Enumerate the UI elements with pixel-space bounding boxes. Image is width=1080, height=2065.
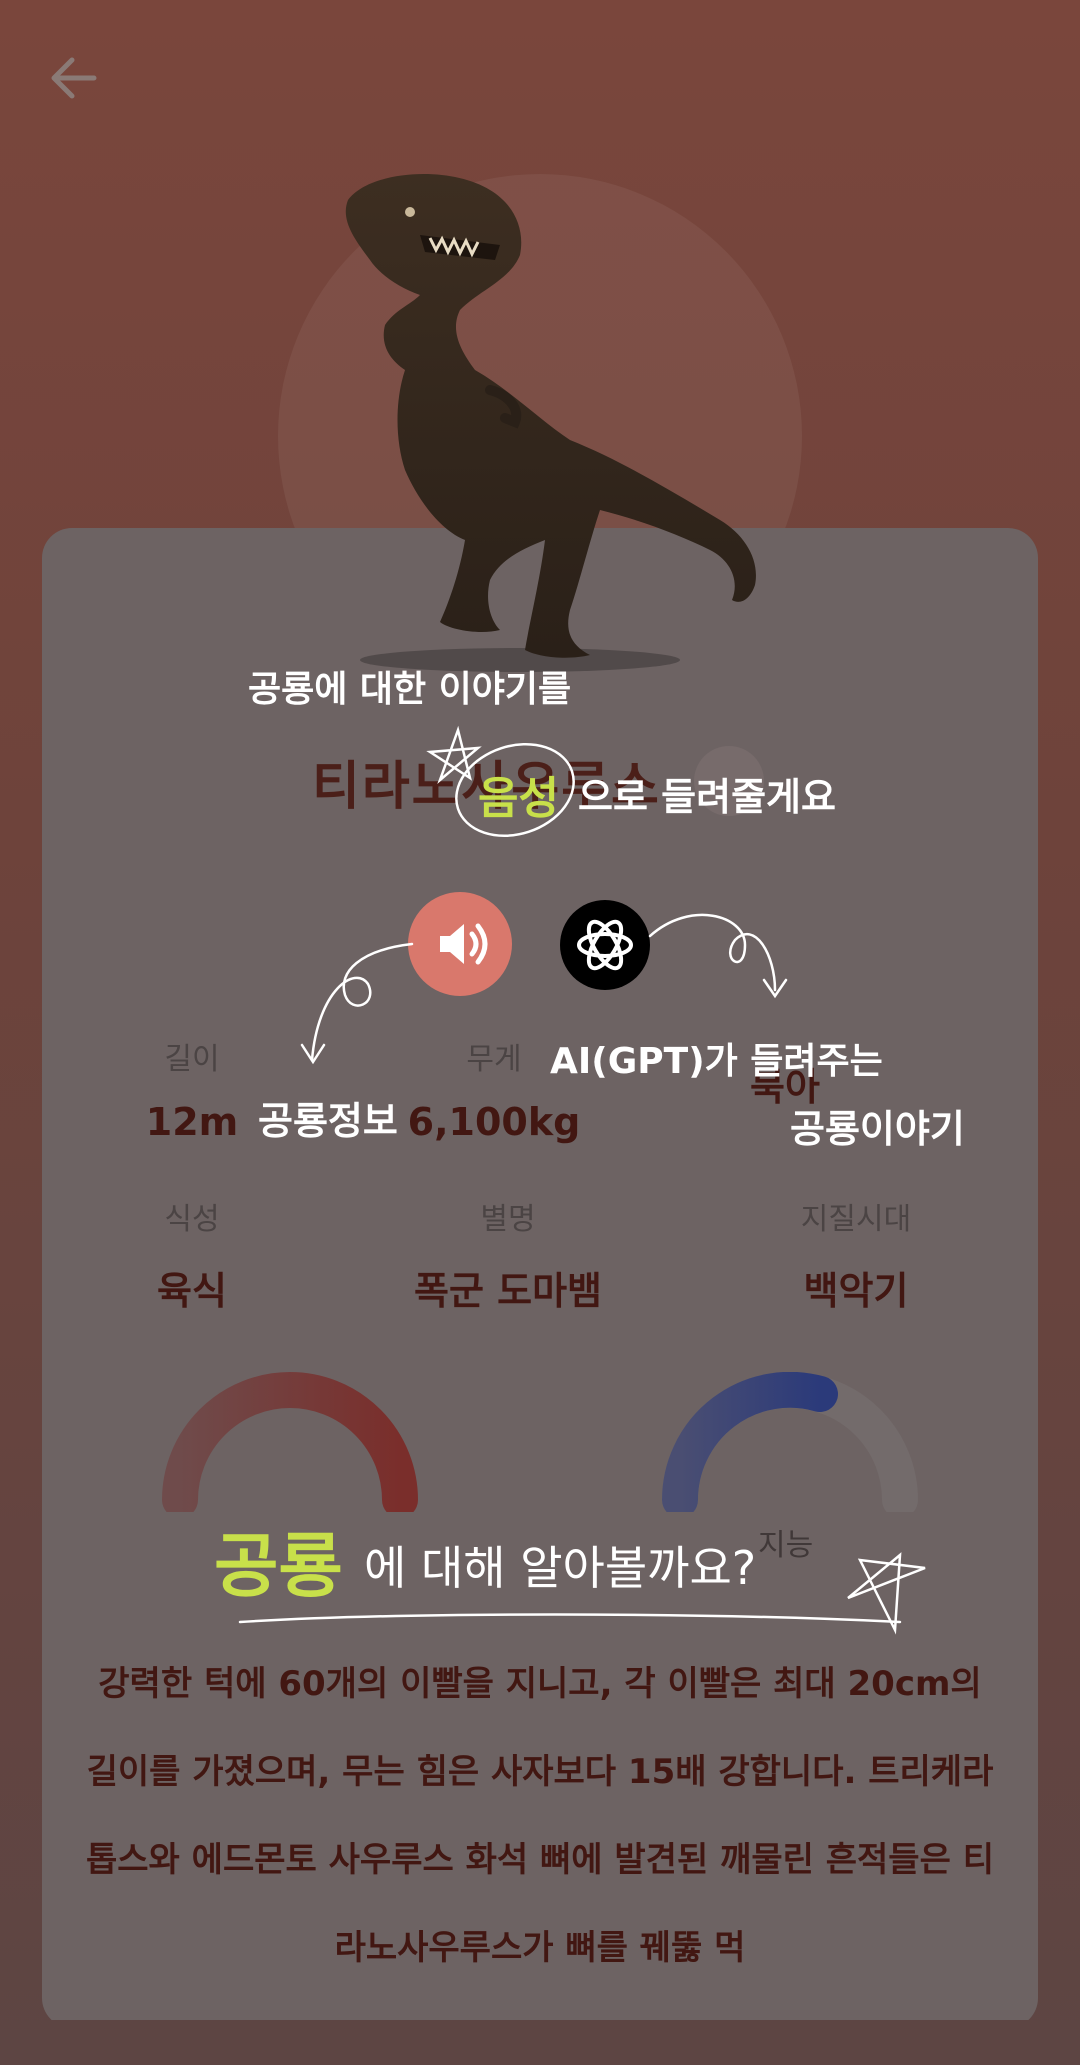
stat-value: 육식 — [157, 1269, 227, 1313]
gauge-label: 지능 — [758, 1528, 814, 1563]
tutorial-line-2: 으로 들려줄게요 — [578, 775, 836, 819]
dinosaur-description: 강력한 턱에 60개의 이빨을 지니고, 각 이빨은 최대 20cm의 길이를 … — [86, 1664, 994, 1968]
gpt-story-button[interactable] — [560, 900, 650, 990]
stat-label: 지질시대 — [800, 1202, 912, 1237]
sound-button[interactable] — [408, 892, 512, 996]
stat-diet: 식성 육식 — [42, 1194, 342, 1315]
sound-info-label: 공룡정보 — [258, 1099, 398, 1143]
gpt-label-1: AI(GPT)가 들려주는 — [550, 1041, 883, 1082]
bottom-fade — [0, 2020, 1080, 2065]
dinosaur-image — [345, 173, 756, 672]
arrow-left-icon[interactable] — [44, 48, 104, 108]
stat-value: 백악기 — [803, 1269, 909, 1313]
stat-label: 식성 — [164, 1202, 220, 1237]
screen: 티라노사우루스 길이 12m 무게 6,100kg 북아 식성 육식 별명 폭군… — [0, 0, 1080, 2065]
stat-period: 지질시대 백악기 — [706, 1194, 1006, 1315]
tutorial-line-1: 공룡에 대한 이야기를 — [248, 669, 572, 710]
openai-logo-icon — [577, 919, 633, 971]
headline-rest: 에 대해 알아볼까요? — [364, 1541, 757, 1595]
tutorial-voice-word: 음성 — [478, 773, 559, 824]
stat-value: 폭군 도마뱀 — [413, 1269, 603, 1313]
stat-nickname: 별명 폭군 도마뱀 — [358, 1194, 658, 1315]
stat-label: 길이 — [164, 1042, 220, 1077]
stat-label: 별명 — [480, 1202, 536, 1237]
headline-word: 공룡 — [214, 1525, 343, 1607]
speaker-icon — [440, 923, 488, 965]
gpt-label-2: 공룡이야기 — [790, 1107, 965, 1151]
gauge-left — [162, 1372, 418, 1512]
gauge-intelligence — [661, 1372, 918, 1512]
